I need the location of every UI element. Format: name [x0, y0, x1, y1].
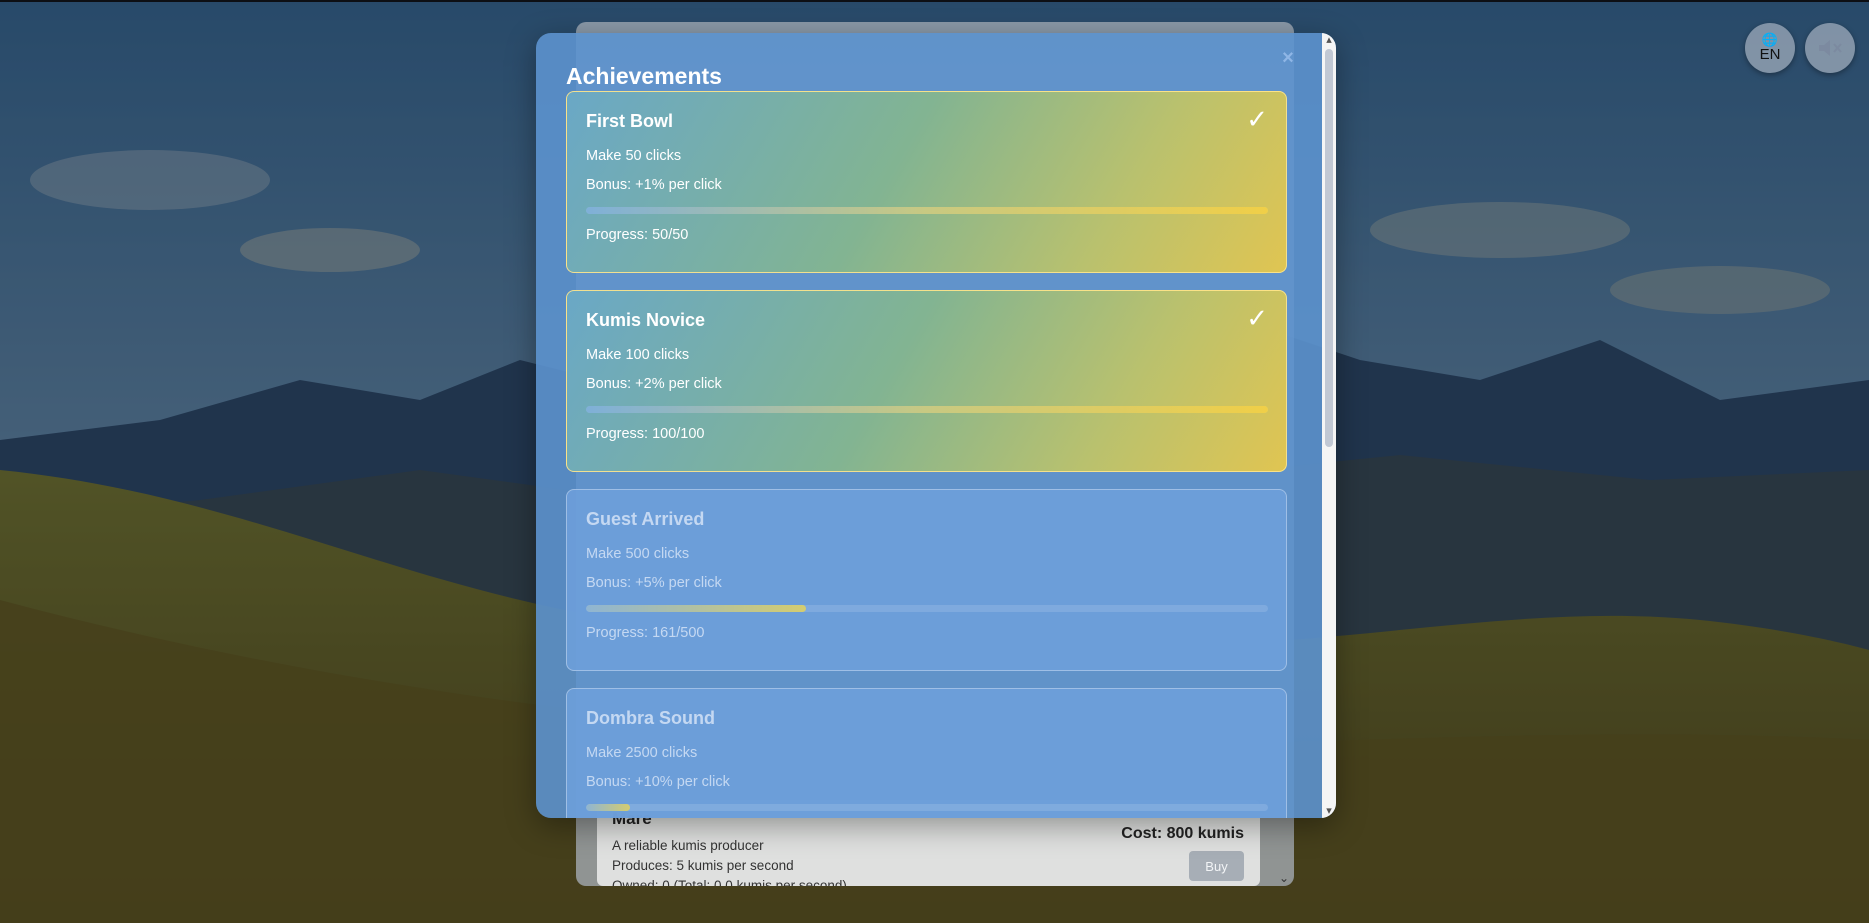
achievement-progress-text: Progress: 161/500 — [586, 625, 705, 641]
achievement-card: Dombra Sound Make 2500 clicks Bonus: +10… — [566, 688, 1287, 818]
achievement-bonus: Bonus: +2% per click — [586, 376, 722, 392]
modal-scrollbar[interactable]: ▴ ▾ — [1322, 33, 1336, 818]
achievement-name: Guest Arrived — [586, 509, 705, 529]
achievement-progress-text: Progress: 100/100 — [586, 426, 705, 442]
achievement-progress-bar — [586, 406, 1268, 413]
achievement-progress-bar — [586, 605, 1268, 612]
achievement-name: First Bowl — [586, 111, 674, 131]
window-top-border — [0, 0, 1869, 2]
achievement-bonus: Bonus: +5% per click — [586, 575, 722, 591]
close-icon[interactable]: × — [1276, 46, 1300, 70]
achievement-name: Kumis Novice — [586, 310, 706, 330]
achievement-description: Make 2500 clicks — [586, 745, 698, 761]
checkmark-icon: ✓ — [1246, 304, 1268, 334]
achievement-description: Make 100 clicks — [586, 347, 690, 363]
globe-icon: 🌐 — [1761, 32, 1779, 47]
modal-title: Achievements — [566, 63, 722, 89]
achievement-card: Guest Arrived Make 500 clicks Bonus: +5%… — [566, 489, 1287, 671]
shop-item-production: Produces: 5 kumis per second — [612, 858, 794, 873]
achievements-modal: Achievements × First Bowl ✓ Make 50 clic… — [536, 33, 1336, 818]
shop-item-owned: Owned: 0 (Total: 0.0 kumis per second) — [612, 878, 847, 886]
achievement-progress-text: Progress: 50/50 — [586, 227, 689, 243]
progress-fill — [586, 804, 630, 811]
progress-fill — [586, 605, 806, 612]
buy-button[interactable]: Buy — [1189, 851, 1244, 881]
shop-scroll-down-icon[interactable]: ⌄ — [1279, 871, 1289, 885]
progress-fill — [586, 207, 1268, 214]
scroll-up-icon[interactable]: ▴ — [1322, 33, 1336, 47]
speaker-muted-icon — [1819, 40, 1842, 56]
sound-toggle-button[interactable] — [1805, 23, 1855, 73]
achievement-bonus: Bonus: +1% per click — [586, 177, 722, 193]
achievement-description: Make 500 clicks — [586, 546, 690, 562]
achievement-progress-bar — [586, 207, 1268, 214]
achievement-card: Kumis Novice ✓ Make 100 clicks Bonus: +2… — [566, 290, 1287, 472]
achievement-progress-bar — [586, 804, 1268, 811]
achievement-card: First Bowl ✓ Make 50 clicks Bonus: +1% p… — [566, 91, 1287, 273]
language-toggle-button[interactable]: 🌐 EN — [1745, 23, 1795, 73]
shop-item-cost: Cost: 800 kumis — [1121, 825, 1244, 842]
achievement-name: Dombra Sound — [586, 708, 715, 728]
achievements-list: First Bowl ✓ Make 50 clicks Bonus: +1% p… — [566, 91, 1289, 818]
scroll-down-icon[interactable]: ▾ — [1322, 804, 1336, 818]
achievement-bonus: Bonus: +10% per click — [586, 774, 730, 790]
language-code: EN — [1759, 46, 1781, 63]
scrollbar-thumb[interactable] — [1325, 49, 1333, 447]
shop-item-description: A reliable kumis producer — [612, 838, 764, 853]
checkmark-icon: ✓ — [1246, 105, 1268, 135]
achievement-description: Make 50 clicks — [586, 148, 682, 164]
progress-fill — [586, 406, 1268, 413]
